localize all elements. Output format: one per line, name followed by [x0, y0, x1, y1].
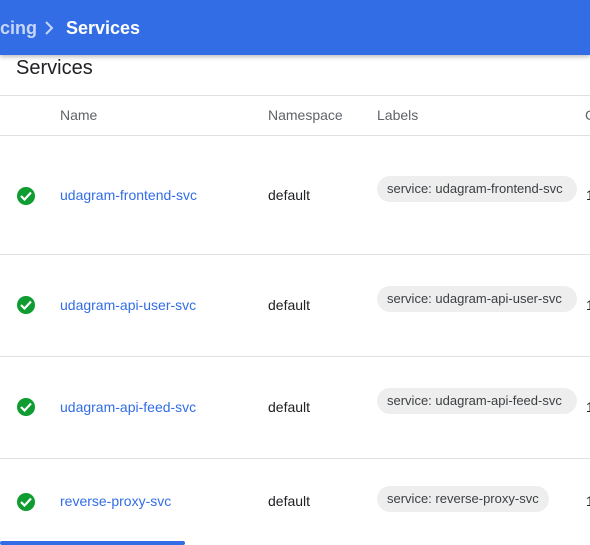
service-name-link[interactable]: udagram-frontend-svc: [60, 186, 197, 204]
table-row: udagram-frontend-svc default service: ud…: [0, 136, 590, 255]
chevron-right-icon: [42, 20, 56, 36]
namespace-value: default: [268, 399, 311, 415]
divider: [0, 95, 590, 96]
check-circle-icon: [17, 187, 35, 205]
namespace-value: default: [268, 493, 311, 509]
column-header-name[interactable]: Name: [60, 106, 97, 124]
truncated-cell: 1: [586, 399, 590, 415]
label-chip: service: reverse-proxy-svc: [377, 486, 549, 512]
label-chip: service: udagram-api-user-svc: [377, 286, 577, 312]
service-name-link[interactable]: udagram-api-user-svc: [60, 296, 196, 314]
check-circle-icon: [17, 493, 35, 511]
column-header-namespace[interactable]: Namespace: [268, 106, 343, 124]
truncated-cell: 1: [586, 187, 590, 203]
table-row: reverse-proxy-svc default service: rever…: [0, 459, 590, 541]
truncated-cell: 1: [586, 493, 590, 509]
column-header-labels: Labels: [377, 107, 419, 123]
service-name-link[interactable]: reverse-proxy-svc: [60, 492, 171, 510]
breadcrumb-current: Services: [66, 18, 141, 38]
check-circle-icon: [17, 296, 35, 314]
label-chip: service: udagram-frontend-svc: [377, 176, 577, 202]
column-header-truncated: C: [585, 106, 590, 124]
truncated-cell: 1: [586, 297, 590, 313]
breadcrumb-parent-link[interactable]: cing: [0, 16, 37, 40]
label-chip: service: udagram-api-feed-svc: [377, 388, 577, 414]
top-toolbar: cing Services: [0, 0, 590, 55]
check-circle-icon: [17, 398, 35, 416]
namespace-value: default: [268, 187, 311, 203]
namespace-value: default: [268, 297, 311, 313]
service-name-link[interactable]: udagram-api-feed-svc: [60, 398, 196, 416]
card-title: Services: [16, 57, 93, 79]
table-row: udagram-api-feed-svc default service: ud…: [0, 357, 590, 459]
table-row: udagram-api-user-svc default service: ud…: [0, 255, 590, 357]
scroll-indicator[interactable]: [0, 541, 185, 545]
